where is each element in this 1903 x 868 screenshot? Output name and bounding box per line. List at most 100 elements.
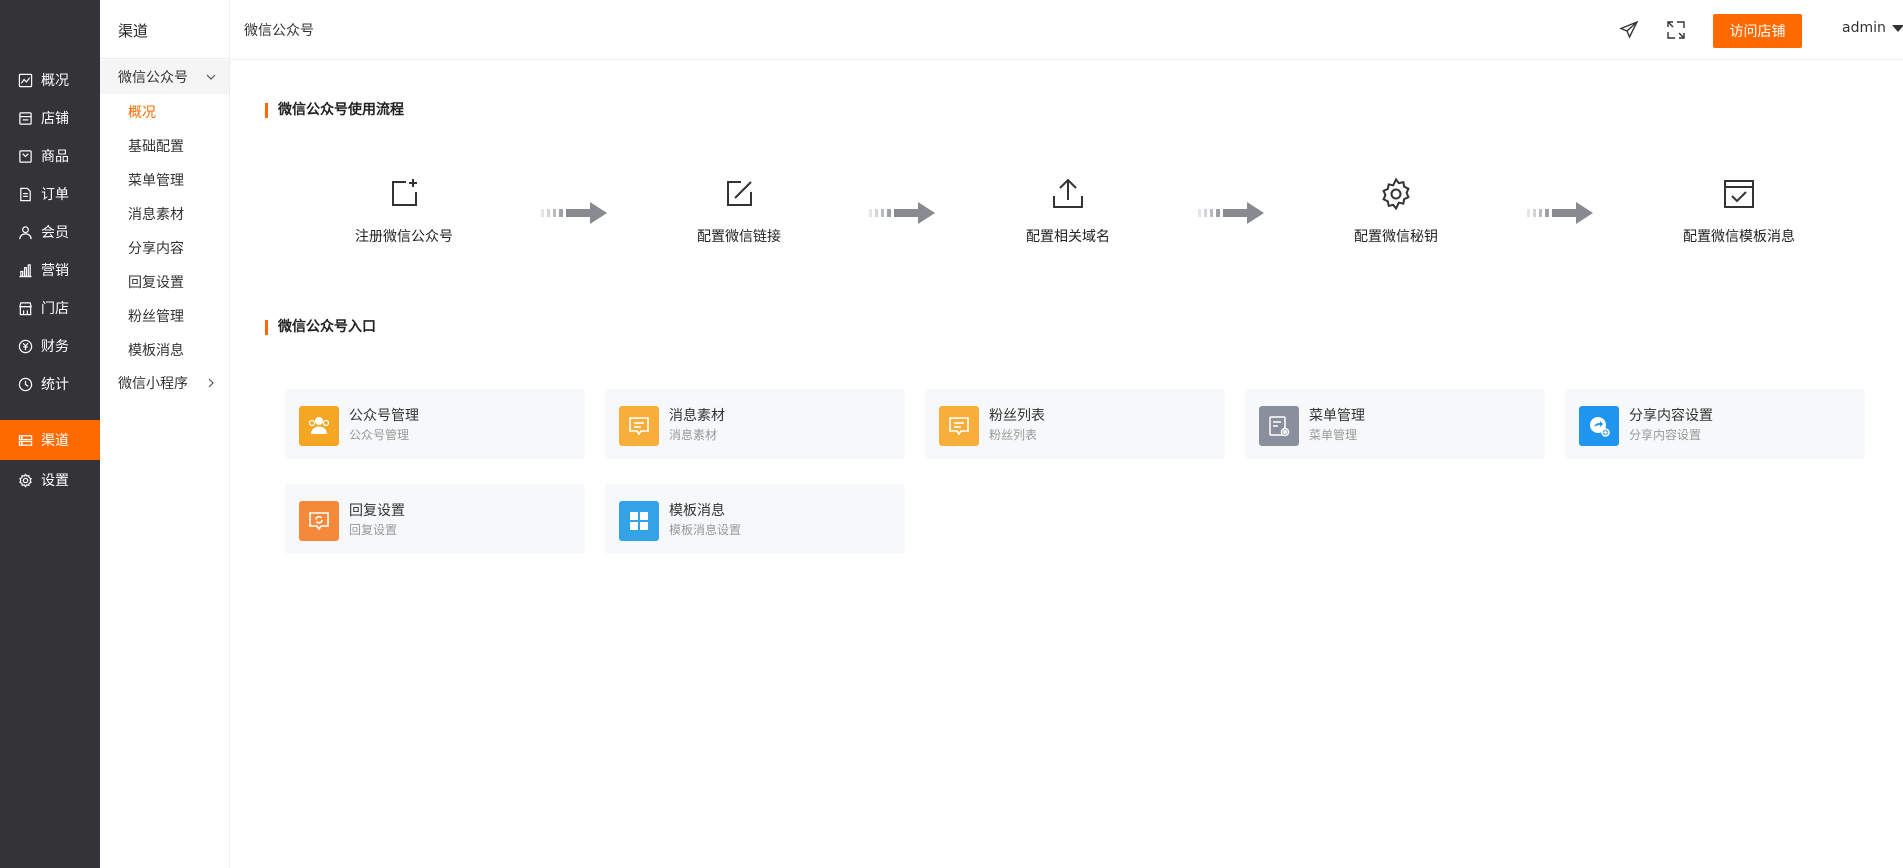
card-title: 消息素材 bbox=[669, 408, 725, 424]
group-wechat-miniprogram[interactable]: 微信小程序 bbox=[100, 366, 229, 400]
nav-item-goods[interactable]: 商品 bbox=[0, 136, 100, 176]
marketing-icon bbox=[18, 263, 33, 278]
nav-item-settings[interactable]: 设置 bbox=[0, 460, 100, 500]
flow-step-domain: 配置相关域名 bbox=[968, 176, 1168, 246]
flow-step-secret: 配置微信秘钥 bbox=[1296, 176, 1496, 246]
channel-icon bbox=[18, 433, 33, 448]
arrow-right-icon bbox=[869, 202, 935, 224]
sub-item-share-content[interactable]: 分享内容 bbox=[128, 238, 184, 258]
nav-item-label: 门店 bbox=[41, 301, 69, 317]
nav-item-overview[interactable]: 概况 bbox=[0, 60, 100, 100]
chevron-down-icon bbox=[206, 74, 216, 80]
main-sidebar: 概况 店铺 商品 订单 会员 营销 门店 财务 统计 渠道 设置 bbox=[0, 0, 100, 868]
edit-icon bbox=[727, 181, 752, 206]
entry-card-fans-list[interactable]: 粉丝列表 粉丝列表 bbox=[925, 389, 1225, 459]
nav-item-member[interactable]: 会员 bbox=[0, 212, 100, 252]
sub-item-menu[interactable]: 菜单管理 bbox=[128, 170, 184, 190]
entry-card-share-content[interactable]: 分享内容设置 分享内容设置 bbox=[1565, 389, 1865, 459]
group-label: 微信公众号 bbox=[118, 70, 188, 86]
arrow-right-icon bbox=[1198, 202, 1264, 224]
add-square-icon bbox=[392, 179, 417, 206]
goods-icon bbox=[18, 149, 33, 164]
send-icon[interactable] bbox=[1618, 19, 1640, 41]
check-square-icon bbox=[1724, 180, 1754, 208]
visit-store-button[interactable]: 访问店铺 bbox=[1713, 14, 1802, 48]
chevron-right-icon bbox=[208, 378, 214, 388]
step-label: 配置微信链接 bbox=[697, 229, 781, 245]
reply-icon bbox=[299, 501, 339, 541]
user-menu[interactable]: admin bbox=[1842, 20, 1903, 36]
nav-item-channel[interactable]: 渠道 bbox=[0, 420, 100, 460]
flow-step-link: 配置微信链接 bbox=[639, 176, 839, 246]
nav-item-label: 设置 bbox=[41, 473, 69, 489]
entry-card-reply-settings[interactable]: 回复设置 回复设置 bbox=[285, 484, 585, 554]
entry-card-menu-management[interactable]: 菜单管理 菜单管理 bbox=[1245, 389, 1545, 459]
card-subtitle: 公众号管理 bbox=[349, 428, 410, 442]
step-label: 配置微信模板消息 bbox=[1683, 229, 1795, 245]
sub-item-overview[interactable]: 概况 bbox=[128, 102, 156, 122]
card-subtitle: 模板消息设置 bbox=[669, 523, 742, 537]
share-icon bbox=[1579, 406, 1619, 446]
card-title: 分享内容设置 bbox=[1629, 408, 1713, 424]
card-subtitle: 分享内容设置 bbox=[1629, 428, 1702, 442]
entry-card-message-material[interactable]: 消息素材 消息素材 bbox=[605, 389, 905, 459]
card-subtitle: 消息素材 bbox=[669, 428, 718, 442]
step-label: 配置微信秘钥 bbox=[1354, 229, 1438, 245]
card-subtitle: 粉丝列表 bbox=[989, 428, 1038, 442]
divider bbox=[100, 58, 229, 59]
card-title: 回复设置 bbox=[349, 503, 405, 519]
template-grid-icon bbox=[619, 501, 659, 541]
nav-item-label: 店铺 bbox=[41, 111, 69, 127]
flow-step-template: 配置微信模板消息 bbox=[1639, 176, 1839, 246]
chart-line-icon bbox=[18, 73, 33, 88]
shop-icon bbox=[18, 301, 33, 316]
card-title: 粉丝列表 bbox=[989, 408, 1045, 424]
nav-item-label: 会员 bbox=[41, 225, 69, 241]
group-wechat-official[interactable]: 微信公众号 bbox=[100, 60, 229, 94]
store-icon bbox=[18, 111, 33, 126]
group-label: 微信小程序 bbox=[118, 376, 188, 392]
member-icon bbox=[18, 225, 33, 240]
arrow-right-icon bbox=[541, 202, 607, 224]
nav-item-finance[interactable]: 财务 bbox=[0, 326, 100, 366]
entry-card-template-message[interactable]: 模板消息 模板消息设置 bbox=[605, 484, 905, 554]
nav-item-marketing[interactable]: 营销 bbox=[0, 250, 100, 290]
breadcrumb: 微信公众号 bbox=[244, 23, 314, 39]
sub-item-reply-settings[interactable]: 回复设置 bbox=[128, 272, 184, 292]
entries-section-title: 微信公众号入口 bbox=[265, 320, 376, 335]
card-subtitle: 回复设置 bbox=[349, 523, 398, 537]
sub-item-template-message[interactable]: 模板消息 bbox=[128, 340, 184, 360]
step-label: 注册微信公众号 bbox=[355, 229, 453, 245]
caret-down-icon bbox=[1891, 24, 1903, 32]
top-header: 微信公众号 访问店铺 admin bbox=[230, 0, 1903, 60]
card-title: 模板消息 bbox=[669, 503, 725, 519]
nav-item-shop[interactable]: 门店 bbox=[0, 288, 100, 328]
gear-icon bbox=[18, 472, 33, 488]
gear-icon bbox=[1382, 177, 1410, 211]
arrow-right-icon bbox=[1527, 202, 1593, 224]
sub-item-fans[interactable]: 粉丝管理 bbox=[128, 306, 184, 326]
nav-item-label: 财务 bbox=[41, 339, 69, 355]
nav-item-label: 订单 bbox=[41, 187, 69, 203]
card-subtitle: 菜单管理 bbox=[1309, 428, 1358, 442]
message-icon bbox=[939, 406, 979, 446]
users-icon bbox=[299, 406, 339, 446]
sidebar-title: 渠道 bbox=[118, 22, 149, 40]
nav-item-label: 概况 bbox=[41, 73, 69, 89]
finance-icon bbox=[18, 339, 33, 354]
nav-item-order[interactable]: 订单 bbox=[0, 174, 100, 214]
nav-item-store[interactable]: 店铺 bbox=[0, 98, 100, 138]
username: admin bbox=[1842, 20, 1886, 36]
nav-item-label: 统计 bbox=[41, 377, 69, 393]
entry-card-account-management[interactable]: 公众号管理 公众号管理 bbox=[285, 389, 585, 459]
sub-item-basic-config[interactable]: 基础配置 bbox=[128, 136, 184, 156]
nav-item-label: 渠道 bbox=[41, 433, 69, 449]
nav-item-statistics[interactable]: 统计 bbox=[0, 364, 100, 404]
secondary-sidebar: 渠道 微信公众号 概况 基础配置 菜单管理 消息素材 分享内容 回复设置 粉丝管… bbox=[100, 0, 230, 868]
card-title: 公众号管理 bbox=[349, 408, 419, 424]
sub-item-message-material[interactable]: 消息素材 bbox=[128, 204, 184, 224]
message-icon bbox=[619, 406, 659, 446]
card-title: 菜单管理 bbox=[1309, 408, 1365, 424]
switch-icon[interactable] bbox=[1665, 19, 1687, 41]
menu-settings-icon bbox=[1259, 406, 1299, 446]
